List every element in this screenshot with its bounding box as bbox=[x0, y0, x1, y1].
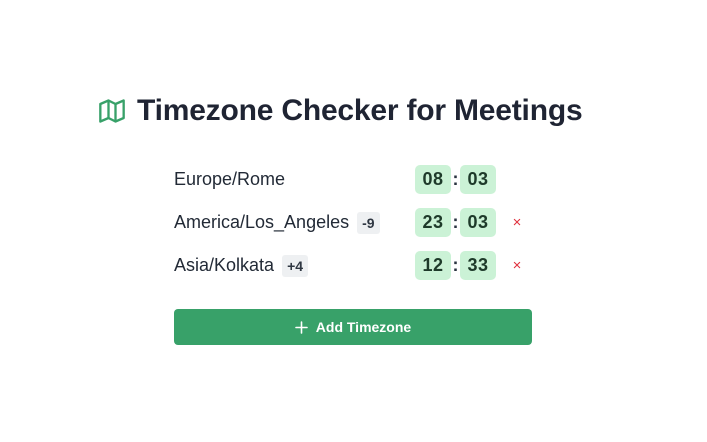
timezone-list: Europe/Rome 08 : 03 America/Los_Angeles … bbox=[174, 162, 532, 291]
time-display: 12 : 33 bbox=[415, 251, 496, 280]
minutes-box: 03 bbox=[460, 208, 496, 237]
hours-box: 23 bbox=[415, 208, 451, 237]
page-header: Timezone Checker for Meetings bbox=[97, 90, 583, 132]
time-display: 23 : 03 bbox=[415, 208, 496, 237]
time-display: 08 : 03 bbox=[415, 165, 496, 194]
time-separator: : bbox=[452, 212, 459, 232]
timezone-name: America/Los_Angeles bbox=[174, 212, 350, 232]
timezone-name: Europe/Rome bbox=[174, 169, 286, 189]
time-separator: : bbox=[452, 169, 459, 189]
timezone-row-asia-kolkata: Asia/Kolkata +4 12 : 33 × bbox=[174, 248, 532, 291]
hours-box: 08 bbox=[415, 165, 451, 194]
remove-timezone-button[interactable]: × bbox=[508, 209, 526, 236]
timezone-name: Asia/Kolkata bbox=[174, 255, 275, 275]
time-separator: : bbox=[452, 255, 459, 275]
timezone-row-europe-rome: Europe/Rome 08 : 03 bbox=[174, 162, 532, 205]
minutes-box: 03 bbox=[460, 165, 496, 194]
offset-badge: -9 bbox=[357, 211, 380, 234]
page-title: Timezone Checker for Meetings bbox=[137, 94, 583, 127]
map-icon bbox=[97, 96, 127, 126]
offset-badge: +4 bbox=[282, 254, 309, 277]
add-timezone-button[interactable]: Add Timezone bbox=[174, 309, 532, 345]
hours-box: 12 bbox=[415, 251, 451, 280]
plus-icon bbox=[294, 320, 308, 334]
minutes-box: 33 bbox=[460, 251, 496, 280]
timezone-row-america-los-angeles: America/Los_Angeles -9 23 : 03 × bbox=[174, 205, 532, 248]
remove-timezone-button[interactable]: × bbox=[508, 252, 526, 279]
add-timezone-label: Add Timezone bbox=[315, 319, 412, 335]
